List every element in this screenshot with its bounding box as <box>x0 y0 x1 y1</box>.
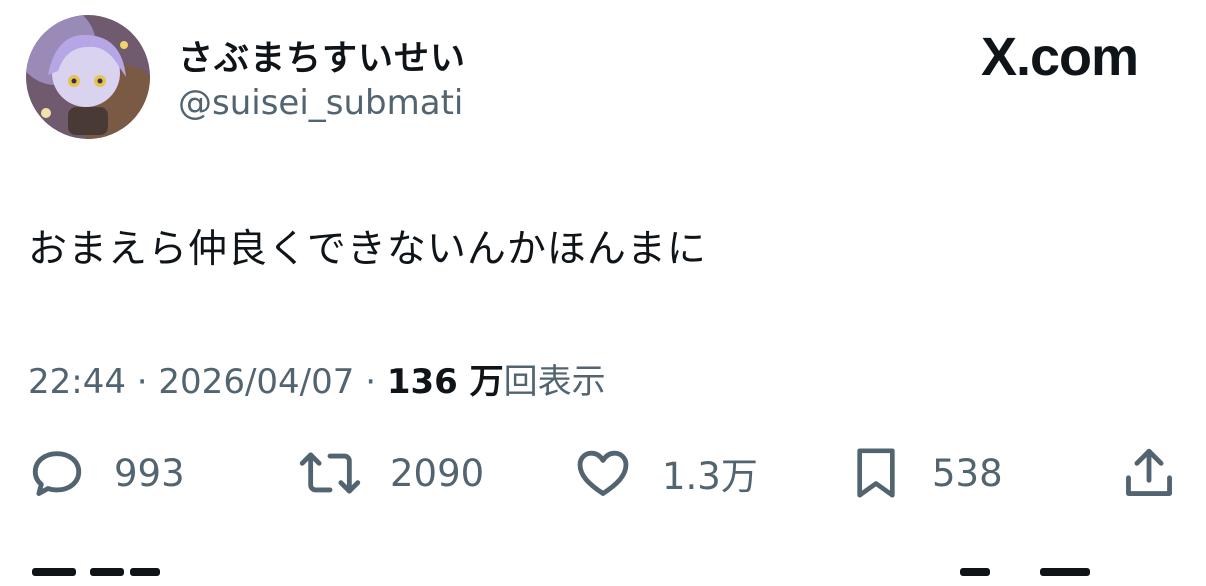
share-icon <box>1126 448 1172 496</box>
reply-icon <box>32 451 82 496</box>
cut-off-row <box>30 562 1180 582</box>
avatar[interactable] <box>26 15 150 139</box>
meta-separator: · <box>365 362 377 402</box>
tweet-time[interactable]: 22:44 <box>28 362 126 402</box>
share-button[interactable] <box>1120 442 1178 504</box>
retweet-button[interactable]: 2090 <box>298 442 484 504</box>
meta-separator: · <box>136 362 148 402</box>
bookmark-button[interactable]: 538 <box>848 442 1003 504</box>
like-icon <box>577 450 629 496</box>
tweet-meta: 22:44 · 2026/04/07 · 136 万回表示 <box>28 354 606 403</box>
reply-count: 993 <box>114 451 185 495</box>
like-count: 1.3万 <box>662 455 758 498</box>
display-name[interactable]: さぶまちすいせい <box>178 30 466 81</box>
tweet-text: おまえら仲良くできないんかほんまに <box>28 227 707 272</box>
tweet-date[interactable]: 2026/04/07 <box>158 362 354 402</box>
views-label: 回表示 <box>503 362 606 402</box>
bookmark-count: 538 <box>932 451 1003 495</box>
retweet-icon <box>299 452 361 494</box>
x-logo: X.com <box>980 27 1139 87</box>
retweet-count: 2090 <box>390 451 485 495</box>
user-handle[interactable]: @suisei_submati <box>178 83 463 123</box>
views-count: 136 万 <box>386 362 504 402</box>
reply-button[interactable]: 993 <box>28 442 185 504</box>
bookmark-icon <box>857 448 895 498</box>
like-button[interactable]: 1.3万 <box>572 442 758 504</box>
